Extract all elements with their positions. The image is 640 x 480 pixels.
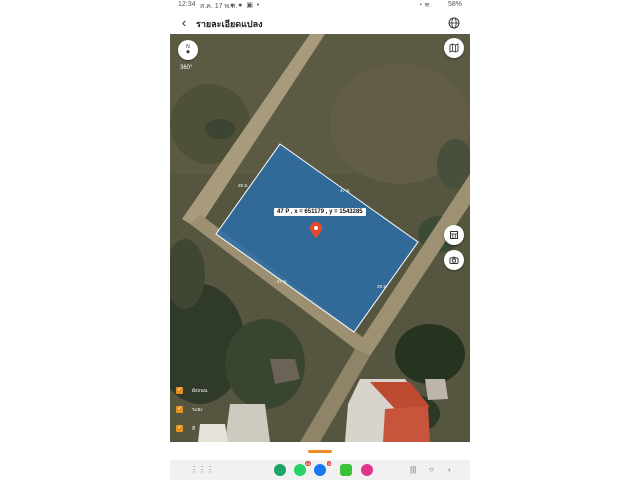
heading-readout: 360° <box>180 65 193 71</box>
app-drawer-icon[interactable]: ⋮⋮⋮ <box>190 465 214 475</box>
camera-icon <box>449 256 459 264</box>
satellite-imagery <box>170 34 470 442</box>
checkbox-checked-icon[interactable]: ✓ <box>176 406 183 413</box>
status-time: 12:34 <box>178 1 196 8</box>
checkbox-checked-icon[interactable]: ✓ <box>176 425 183 432</box>
location-label: 47 P , x = 651179 , y = 1543285 <box>274 208 366 216</box>
edge-length-se: 29 ม. <box>377 284 388 289</box>
home-icon[interactable]: ○ <box>429 465 434 475</box>
compass-button[interactable]: N ◆ <box>178 40 198 60</box>
notification-icons: ● ● ▣ • <box>230 2 261 9</box>
legend-label: ผังถนน <box>192 388 208 394</box>
map-type-button[interactable] <box>444 38 464 58</box>
checkbox-checked-icon[interactable]: ✓ <box>176 387 183 394</box>
phone-app-icon[interactable] <box>274 464 286 476</box>
whatsapp-app-icon[interactable]: 16 <box>294 461 311 476</box>
satellite-map[interactable]: N ◆ 360° 47 P , x = 651179 , y = 1543285… <box>170 34 470 442</box>
globe-icon[interactable] <box>446 15 462 31</box>
layers-button[interactable] <box>444 225 464 245</box>
edge-length-sw: 47 ม. <box>277 279 288 284</box>
notification-badge: 3 <box>326 461 331 466</box>
signal-icon: ◔ ≋ <box>417 2 430 9</box>
line-app-icon[interactable] <box>340 464 352 476</box>
legend-label: สี <box>192 426 196 432</box>
compass-needle-icon: ◆ <box>186 49 190 55</box>
left-margin <box>0 0 170 480</box>
legend-item-color[interactable]: ✓ สี <box>176 424 256 434</box>
battery-level: 58% <box>447 1 462 8</box>
app-bar: ‹ รายละเอียดแปลง <box>170 12 470 35</box>
legend-label: ระยะ <box>192 407 203 413</box>
system-nav-bar: ⋮⋮⋮ 16 3 ||| ○ ‹ <box>170 460 470 480</box>
status-bar: 12:34 ส.ค. 17 พ.ส. ● ● ▣ • ◔ ≋ 58% <box>170 0 470 12</box>
edge-length-ne: 47 ม. <box>340 188 351 193</box>
recent-apps-icon[interactable]: ||| <box>410 465 416 475</box>
right-margin <box>470 0 640 480</box>
legend-item-distance[interactable]: ✓ ระยะ <box>176 405 256 415</box>
messenger-app-icon[interactable]: 3 <box>314 461 331 476</box>
edge-length-nw: 29 ม. <box>238 183 249 188</box>
bottom-sheet[interactable] <box>170 442 470 460</box>
page-title: รายละเอียดแปลง <box>196 19 263 29</box>
layers-icon <box>450 231 458 239</box>
notification-badge: 16 <box>304 461 311 466</box>
map-icon <box>449 43 459 53</box>
phone-screen: 12:34 ส.ค. 17 พ.ส. ● ● ▣ • ◔ ≋ 58% ‹ ราย… <box>170 0 470 480</box>
back-arrow-icon[interactable]: ‹ <box>176 15 192 31</box>
sheet-drag-handle[interactable] <box>308 450 332 453</box>
legend-item-road[interactable]: ✓ ผังถนน <box>176 386 256 396</box>
flower-app-icon[interactable] <box>361 464 373 476</box>
back-nav-icon[interactable]: ‹ <box>448 465 451 475</box>
camera-button[interactable] <box>444 250 464 270</box>
